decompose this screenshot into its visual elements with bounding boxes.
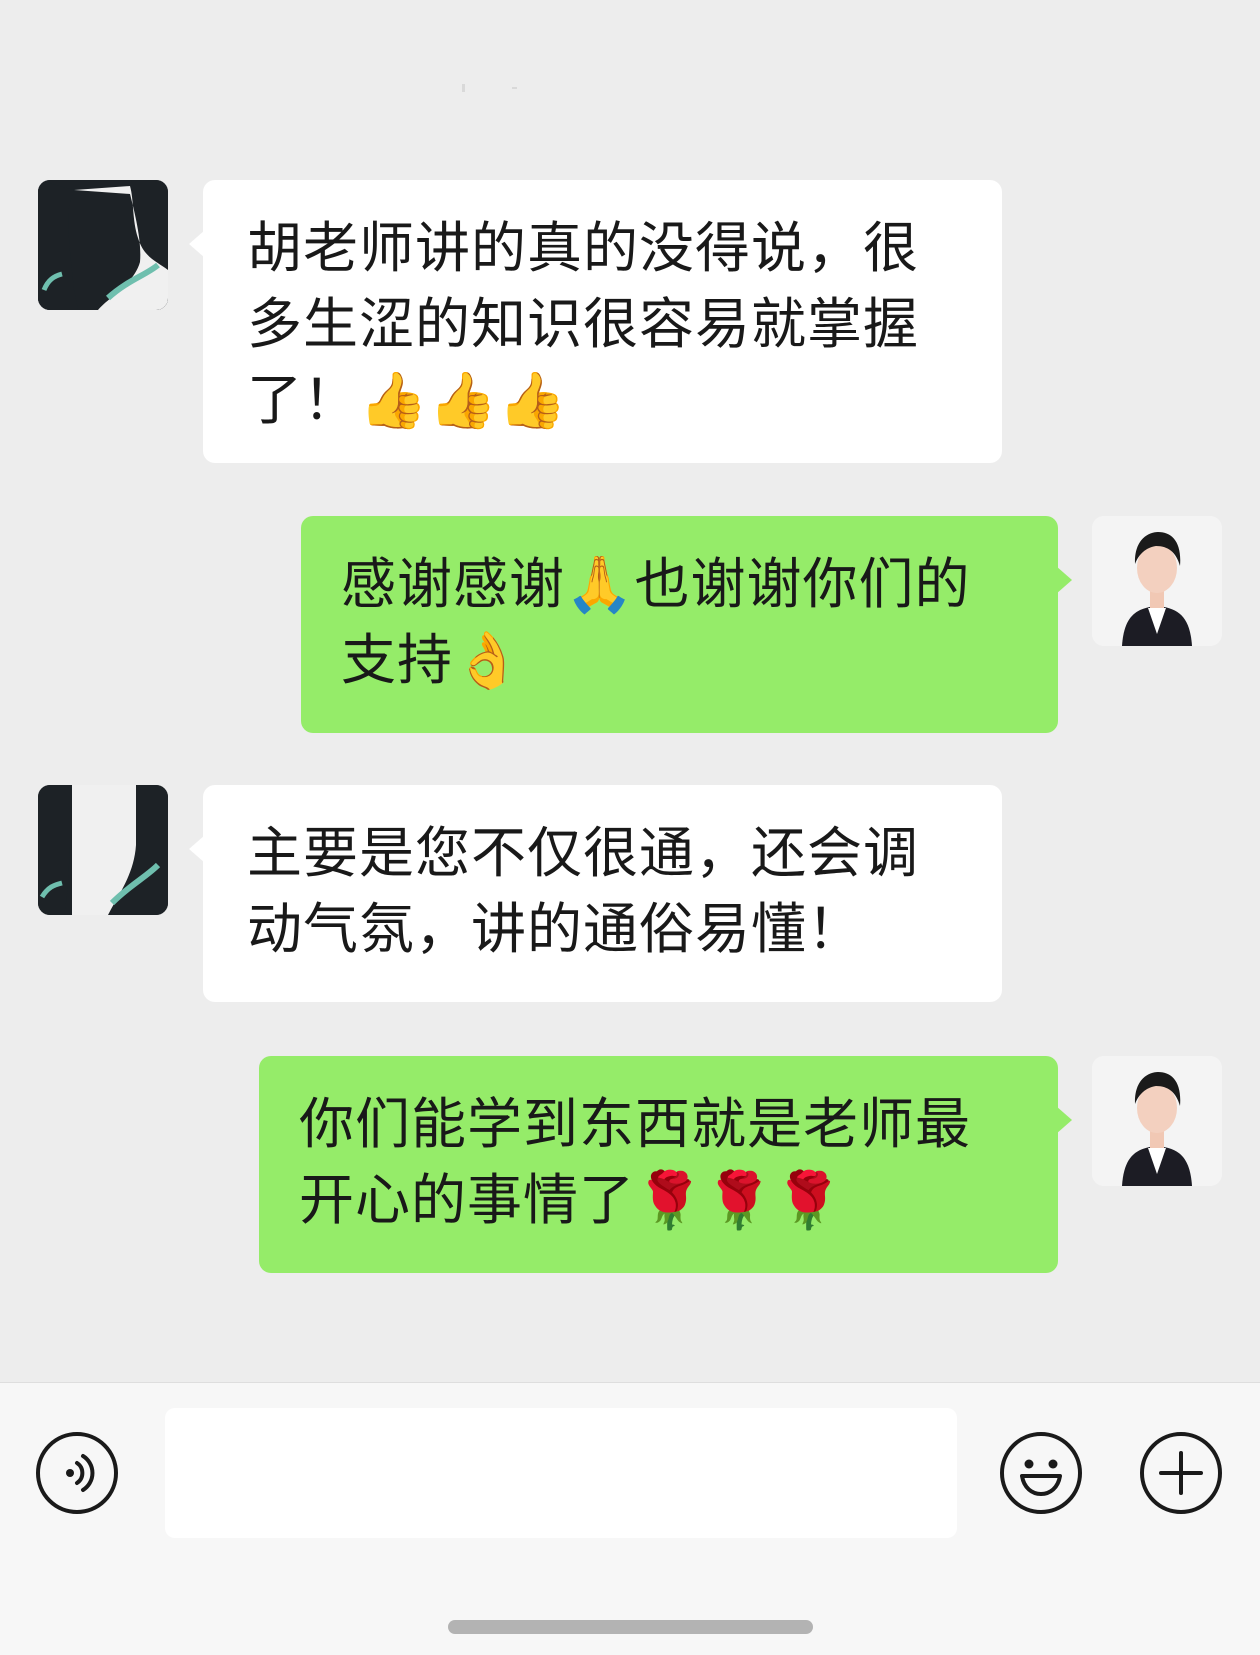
- user-avatar[interactable]: [1092, 1056, 1222, 1186]
- user-avatar[interactable]: [1092, 516, 1222, 646]
- message-bubble-incoming[interactable]: 主要是您不仅很通，还会调动气氛，讲的通俗易懂！: [189, 785, 1002, 1002]
- input-bar: [0, 1382, 1260, 1655]
- emoji-button[interactable]: [1000, 1432, 1082, 1514]
- message-bubble-incoming[interactable]: 胡老师讲的真的没得说，很多生涩的知识很容易就掌握了！👍👍👍: [189, 180, 1002, 463]
- message-bubble-outgoing[interactable]: 你们能学到东西就是老师最开心的事情了🌹🌹🌹: [259, 1056, 1072, 1273]
- more-button[interactable]: [1140, 1432, 1222, 1514]
- contact-avatar[interactable]: [38, 785, 168, 915]
- voice-icon: [66, 1454, 95, 1492]
- chat-area: 胡老师讲的真的没得说，很多生涩的知识很容易就掌握了！👍👍👍 感谢感谢🙏也谢谢你们…: [0, 0, 1260, 1382]
- message-text: 胡老师讲的真的没得说，很多生涩的知识很容易就掌握了！👍👍👍: [247, 216, 920, 432]
- top-artifact: [462, 84, 522, 92]
- message-bubble-outgoing[interactable]: 感谢感谢🙏也谢谢你们的支持👌: [301, 516, 1072, 733]
- message-input[interactable]: [165, 1408, 957, 1538]
- plus-icon: [1159, 1451, 1203, 1495]
- message-text: 感谢感谢🙏也谢谢你们的支持👌: [341, 552, 971, 692]
- avatar-image-icon: [1092, 516, 1222, 646]
- message-text: 你们能学到东西就是老师最开心的事情了🌹🌹🌹: [299, 1092, 972, 1232]
- home-indicator[interactable]: [448, 1620, 813, 1634]
- message-text: 主要是您不仅很通，还会调动气氛，讲的通俗易懂！: [247, 821, 920, 961]
- avatar-image-icon: [1092, 1056, 1222, 1186]
- avatar-image-icon: [38, 785, 168, 915]
- avatar-image-icon: [38, 180, 168, 310]
- emoji-face-icon: [1020, 1459, 1062, 1496]
- voice-button[interactable]: [36, 1432, 118, 1514]
- contact-avatar[interactable]: [38, 180, 168, 310]
